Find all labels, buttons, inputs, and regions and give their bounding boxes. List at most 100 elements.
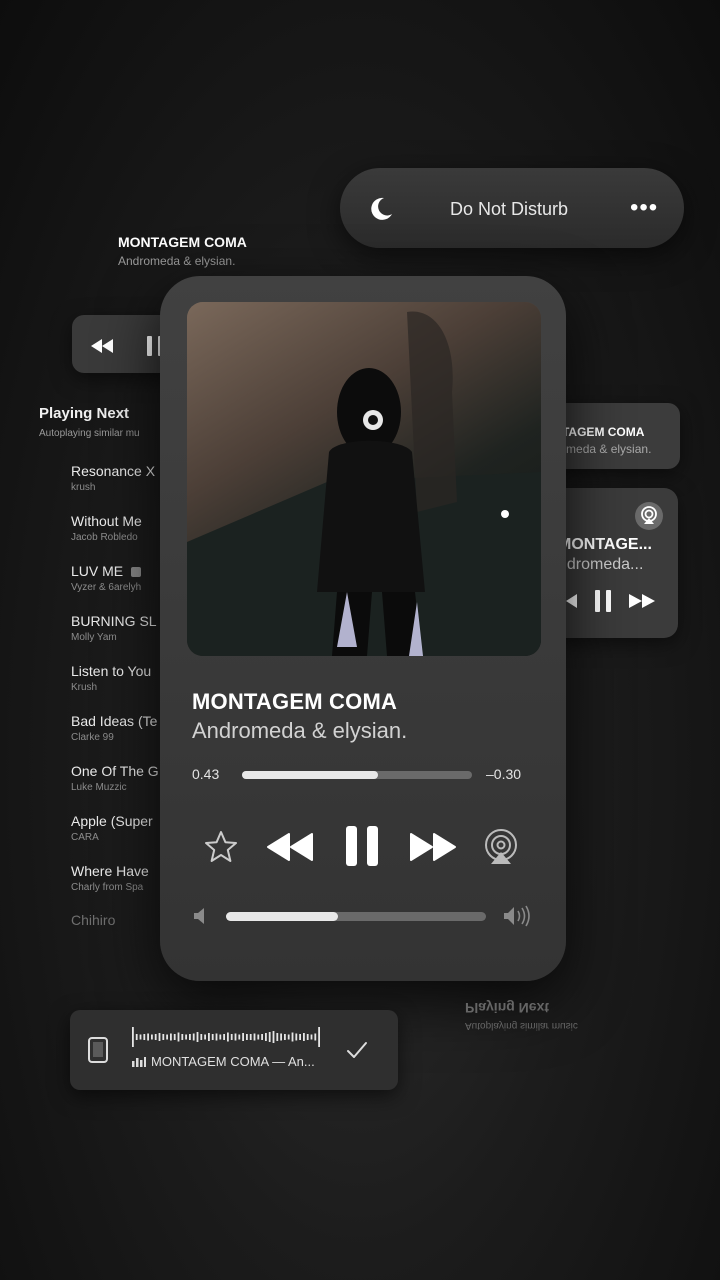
waveform-bar xyxy=(299,1034,301,1040)
waveform-bar xyxy=(132,1027,134,1047)
list-item[interactable]: BURNING SL Molly Yam xyxy=(71,613,161,643)
track-title: Bad Ideas (Te xyxy=(71,713,158,729)
waveform-bar xyxy=(151,1034,153,1040)
waveform-bar xyxy=(135,1034,138,1040)
airplay-card-artist: ndromeda... xyxy=(558,556,644,573)
waveform-bar xyxy=(268,1032,271,1042)
volume-fill xyxy=(226,912,338,921)
mirrored-reflection: Autoplaying similar music Playing Next xyxy=(465,1000,578,1031)
waveform-bar xyxy=(200,1034,203,1040)
song-title: MONTAGEM COMA xyxy=(192,689,398,714)
volume-high-icon xyxy=(504,905,530,927)
rewind-icon[interactable] xyxy=(266,832,314,862)
waveform-bar xyxy=(249,1034,252,1040)
list-item[interactable]: LUV ME Vyzer & 6arelyh xyxy=(71,563,161,593)
list-item[interactable]: Listen to You Krush xyxy=(71,663,161,693)
airplay-icon[interactable] xyxy=(482,828,520,866)
track-title: Apple (Super xyxy=(71,813,153,829)
airplay-icon[interactable] xyxy=(634,501,664,531)
waveform-bar xyxy=(318,1027,320,1047)
fast-forward-icon[interactable] xyxy=(409,832,457,862)
waveform-bar xyxy=(204,1034,206,1040)
waveform-bar xyxy=(261,1034,263,1040)
rewind-icon[interactable] xyxy=(90,338,114,354)
track-artist: Jacob Robledo xyxy=(71,532,138,543)
list-item[interactable]: Where Have Charly from Spa xyxy=(71,863,161,893)
playing-next-subtitle: Autoplaying similar mu xyxy=(39,428,140,439)
list-item[interactable]: One Of The G Luke Muzzic xyxy=(71,763,161,793)
waveform-bar xyxy=(139,1034,142,1040)
pause-icon[interactable] xyxy=(344,824,380,868)
waveform-bar xyxy=(284,1034,286,1040)
song-artist[interactable]: Andromeda & elysian. xyxy=(192,718,407,744)
track-artist: Luke Muzzic xyxy=(71,782,127,793)
track-title: Listen to You xyxy=(71,663,152,679)
more-icon[interactable]: ••• xyxy=(630,194,658,222)
waveform-bar xyxy=(227,1032,229,1042)
mirrored-title: Playing Next xyxy=(465,1000,550,1016)
waveform-bar xyxy=(276,1033,279,1041)
track-artist: Charly from Spa xyxy=(71,882,144,893)
waveform-bar xyxy=(265,1033,267,1041)
volume-low-icon xyxy=(194,908,204,924)
track-title: Where Have xyxy=(71,863,149,879)
waveform-bar xyxy=(257,1034,260,1040)
waveform-bar xyxy=(291,1032,294,1042)
airplay-card-title: MONTAGE... xyxy=(558,536,652,553)
waveform-bar xyxy=(272,1031,275,1043)
now-playing-artist: Andromeda & elysian. xyxy=(118,254,236,268)
waveform-bar xyxy=(287,1034,290,1040)
track-title: Without Me xyxy=(71,513,142,529)
list-item[interactable]: Apple (Super CARA xyxy=(71,813,161,843)
track-artist: Molly Yam xyxy=(71,632,117,643)
list-item[interactable]: Without Me Jacob Robledo xyxy=(71,513,161,543)
waveform-bar xyxy=(185,1034,187,1040)
explicit-icon xyxy=(131,567,142,578)
waveform-icon xyxy=(132,1027,320,1047)
track-title: Resonance X xyxy=(71,463,156,479)
waveform-bar xyxy=(303,1033,305,1041)
elapsed-time: 0.43 xyxy=(192,766,220,782)
waveform-bar xyxy=(234,1033,237,1041)
waveform-bar xyxy=(196,1032,199,1042)
star-icon[interactable] xyxy=(204,830,238,864)
waveform-bar xyxy=(230,1034,233,1040)
waveform-bar xyxy=(223,1034,225,1040)
waveform-bar xyxy=(170,1033,172,1041)
playing-next-heading: Playing Next xyxy=(39,405,130,422)
do-not-disturb-label: Do Not Disturb xyxy=(450,199,569,219)
album-artwork-image xyxy=(187,302,541,656)
equalizer-icon xyxy=(132,1057,146,1067)
list-item[interactable]: Resonance X krush xyxy=(71,463,161,493)
track-title: BURNING SL xyxy=(71,613,157,629)
waveform-bar xyxy=(173,1034,176,1040)
pause-icon[interactable] xyxy=(593,589,613,613)
waveform-bar xyxy=(314,1033,317,1041)
waveform-bar xyxy=(181,1034,184,1040)
waveform-bar xyxy=(192,1033,195,1041)
track-title: LUV ME xyxy=(71,563,124,579)
waveform-bar xyxy=(147,1033,149,1041)
waveform-bar xyxy=(253,1033,256,1041)
waveform-bar xyxy=(219,1034,222,1040)
waveform-bar xyxy=(211,1034,214,1040)
progress-fill xyxy=(242,771,378,779)
remaining-time: –0.30 xyxy=(486,766,522,782)
track-artist: Clarke 99 xyxy=(71,732,114,743)
track-artist: Krush xyxy=(71,682,98,693)
fast-forward-icon[interactable] xyxy=(628,593,656,609)
bottom-pill-track: MONTAGEM COMA — An... xyxy=(151,1054,315,1069)
waveform-bar xyxy=(154,1034,157,1040)
waveform-bar xyxy=(166,1034,168,1040)
checkmark-icon[interactable] xyxy=(346,1040,368,1060)
list-item[interactable]: Bad Ideas (Te Clarke 99 xyxy=(71,713,161,743)
waveform-bar xyxy=(143,1034,146,1040)
track-artist: krush xyxy=(71,482,96,493)
waveform-bar xyxy=(306,1034,309,1040)
now-playing-title: MONTAGEM COMA xyxy=(118,234,247,250)
track-artist: CARA xyxy=(71,832,99,843)
waveform-bar xyxy=(189,1034,191,1040)
list-item-last[interactable]: Chihiro xyxy=(71,912,115,928)
track-artist: Vyzer & 6arelyh xyxy=(71,582,142,593)
waveform-bar xyxy=(280,1033,282,1041)
